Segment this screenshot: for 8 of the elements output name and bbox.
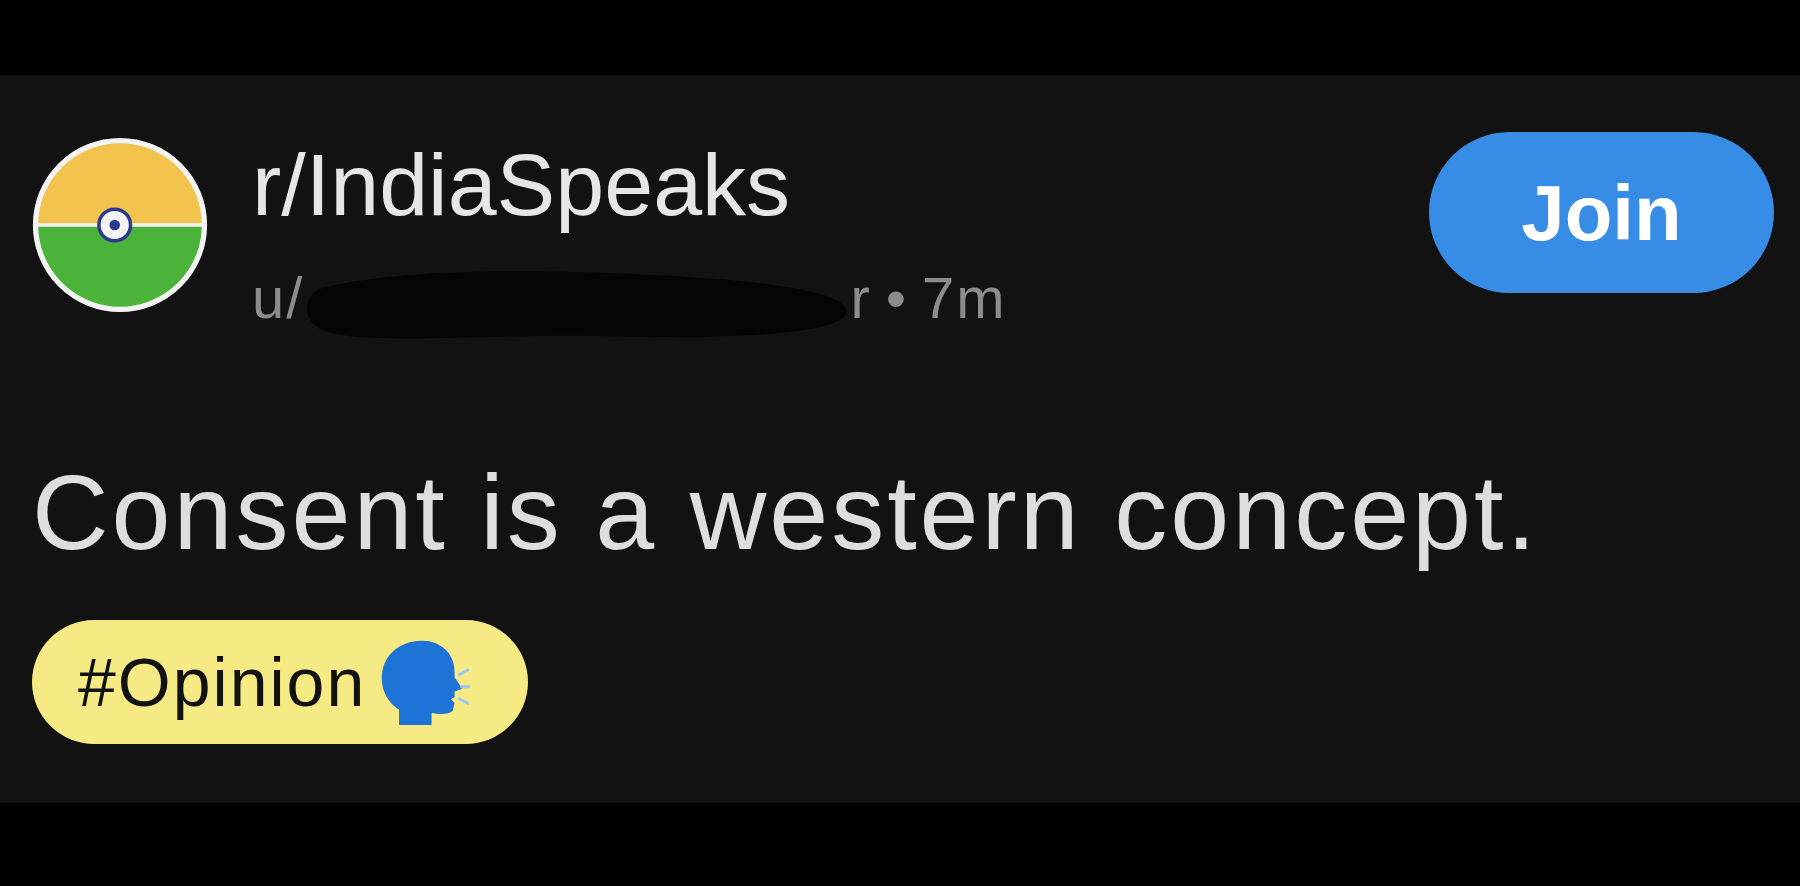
author-suffix: r (850, 269, 872, 328)
post-title: Consent is a western concept. (32, 452, 1539, 574)
flag-avatar-icon (32, 137, 208, 313)
separator-dot: • (885, 269, 908, 328)
post-time: 7m (922, 269, 1007, 328)
subreddit-name[interactable]: r/IndiaSpeaks (252, 134, 791, 236)
flair-tag[interactable]: #Opinion (32, 619, 529, 744)
author-prefix: u/ (252, 269, 305, 328)
